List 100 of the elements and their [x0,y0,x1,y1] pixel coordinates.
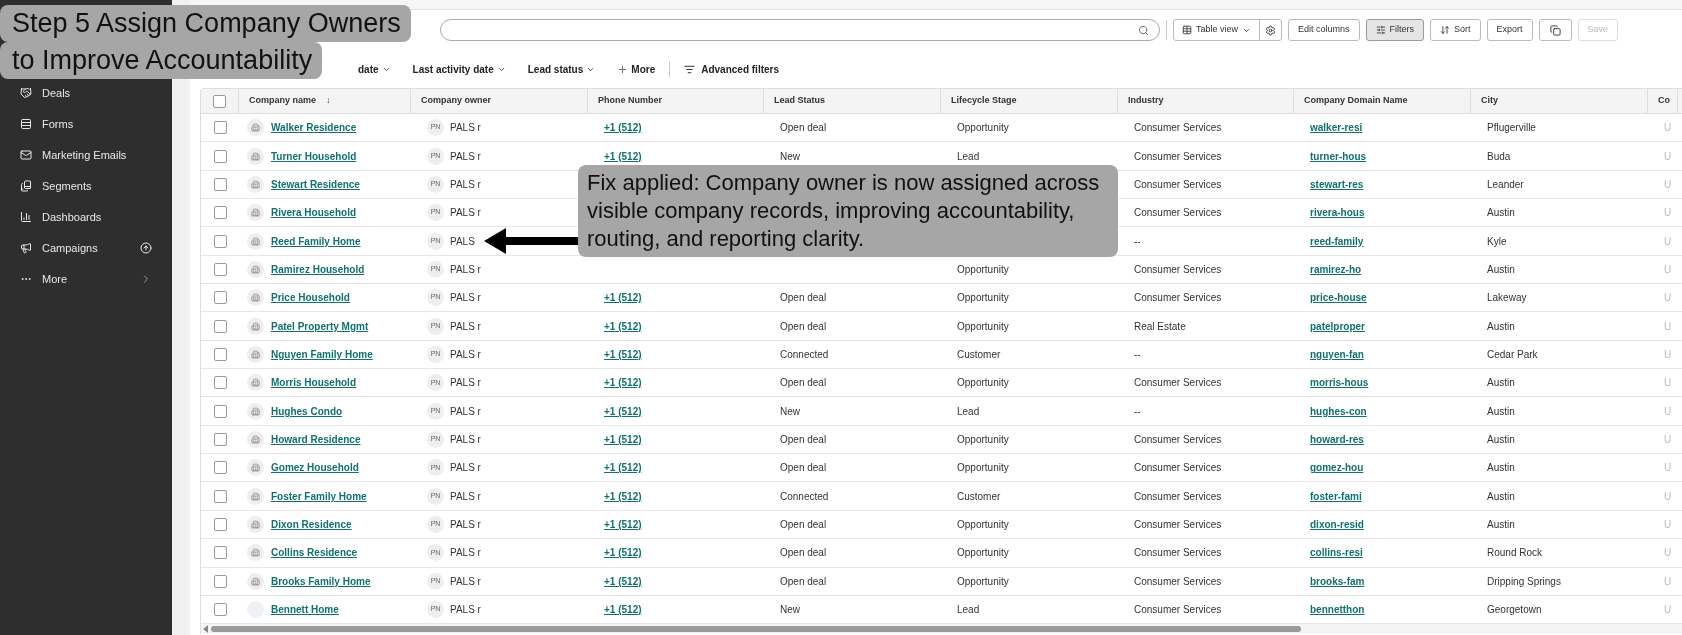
domain-link[interactable]: gomez-hou [1310,460,1364,476]
table-view-control[interactable]: Table view [1173,19,1283,41]
sidebar-item[interactable]: Marketing Emails [0,143,172,167]
filter-dropdown[interactable]: date [358,61,391,77]
domain-link[interactable]: dixon-resid [1310,517,1364,532]
row-checkbox[interactable] [213,121,227,135]
row-checkbox[interactable] [213,291,227,305]
row-checkbox[interactable] [213,518,227,531]
domain-link[interactable]: morris-hous [1310,375,1369,391]
row-checkbox[interactable] [213,206,227,220]
company-link[interactable]: Morris Household [271,375,356,391]
domain-link[interactable]: ramirez-ho [1310,261,1362,277]
sidebar-item[interactable]: Segments [0,174,172,198]
domain-link[interactable]: bennetthon [1310,602,1365,617]
sort-button[interactable]: Sort [1430,19,1481,41]
domain-link[interactable]: howard-res [1310,431,1364,447]
copy-button[interactable] [1538,19,1572,41]
row-checkbox[interactable] [213,177,227,191]
row-checkbox[interactable] [213,262,227,276]
sidebar-item[interactable]: Forms [0,112,172,136]
advanced-filters-button[interactable]: Advanced filters [684,61,779,77]
toolbar-button[interactable]: Export [1486,19,1533,41]
domain-link[interactable]: foster-fami [1310,488,1362,504]
company-link[interactable]: Price Household [271,290,350,306]
phone-link[interactable]: +1 (512) [604,403,642,419]
row-checkbox[interactable] [213,376,227,390]
phone-link[interactable]: +1 (512) [604,573,642,589]
row-checkbox[interactable] [213,347,227,361]
phone-link[interactable]: +1 (512) [604,488,642,504]
phone-link[interactable]: +1 (512) [604,517,642,532]
row-checkbox[interactable] [213,546,227,560]
row-checkbox[interactable] [213,603,227,616]
column-header[interactable]: Co [1648,89,1678,113]
domain-link[interactable]: walker-resi [1310,120,1363,136]
company-link[interactable]: Ramirez Household [271,261,365,277]
row-checkbox[interactable] [213,461,227,475]
column-header[interactable]: Company owner [411,89,588,113]
row-checkbox[interactable] [213,432,227,446]
filter-dropdown[interactable]: Lead status [527,61,596,77]
company-link[interactable]: Collins Residence [271,545,358,561]
company-link[interactable]: Foster Family Home [271,488,367,504]
table-cell-text: Opportunity [957,121,1009,136]
horizontal-scrollbar[interactable] [201,624,1682,635]
select-all-checkbox[interactable] [213,94,226,108]
domain-link[interactable]: nguyen-fan [1310,346,1364,362]
sidebar-item[interactable]: More [0,267,172,291]
sidebar-item[interactable]: Dashboards [0,205,172,229]
sidebar-item[interactable]: Deals [0,81,172,105]
phone-link[interactable]: +1 (512) [604,602,642,617]
domain-link[interactable]: turner-hous [1310,148,1367,164]
filters-button[interactable]: Filters [1365,19,1425,41]
column-header[interactable]: City [1471,89,1648,113]
domain-link[interactable]: price-house [1310,290,1367,306]
domain-link[interactable]: rivera-hous [1310,205,1365,221]
column-header[interactable]: Lifecycle Stage [941,89,1118,113]
row-checkbox[interactable] [213,319,227,333]
column-header[interactable]: Lead Status [764,89,941,113]
sort-indicator[interactable]: ↓ [326,94,331,108]
row-checkbox[interactable] [213,489,227,503]
column-header[interactable]: Company Domain Name [1294,89,1471,113]
phone-link[interactable]: +1 (512) [604,545,642,561]
phone-link[interactable]: +1 (512) [604,148,642,164]
company-link[interactable]: Stewart Residence [271,176,360,192]
phone-link[interactable]: +1 (512) [604,375,642,391]
company-link[interactable]: Reed Family Home [271,233,361,249]
toolbar-button[interactable]: Edit columns [1288,19,1360,41]
phone-link[interactable]: +1 (512) [604,120,642,136]
row-checkbox[interactable] [213,149,227,163]
row-checkbox[interactable] [213,234,227,248]
filter-dropdown[interactable]: Last activity date [412,61,506,77]
phone-link[interactable]: +1 (512) [604,290,642,306]
company-link[interactable]: Patel Property Mgmt [271,318,369,334]
row-checkbox[interactable] [213,404,227,418]
domain-link[interactable]: brooks-fam [1310,573,1365,589]
company-link[interactable]: Rivera Household [271,205,357,221]
company-link[interactable]: Hughes Condo [271,403,343,419]
table-view-button[interactable]: Table view [1174,20,1261,40]
domain-link[interactable]: hughes-con [1310,403,1367,419]
company-link[interactable]: Nguyen Family Home [271,346,373,362]
company-link[interactable]: Turner Household [271,148,357,164]
company-link[interactable]: Gomez Household [271,460,359,476]
phone-link[interactable]: +1 (512) [604,460,642,476]
company-link[interactable]: Bennett Home [271,602,339,617]
row-checkbox[interactable] [213,574,227,588]
company-link[interactable]: Walker Residence [271,120,357,136]
more-filters-button[interactable]: More [617,61,656,77]
domain-link[interactable]: patelproper [1310,318,1365,334]
sidebar-item[interactable]: Campaigns [0,236,172,260]
domain-link[interactable]: stewart-res [1310,176,1364,192]
company-link[interactable]: Howard Residence [271,431,361,447]
domain-link[interactable]: reed-family [1310,233,1364,249]
phone-link[interactable]: +1 (512) [604,431,642,447]
phone-link[interactable]: +1 (512) [604,318,642,334]
column-header[interactable]: Industry [1118,89,1294,113]
phone-link[interactable]: +1 (512) [604,346,642,362]
column-header[interactable]: Company name ↓ [239,89,411,113]
company-link[interactable]: Dixon Residence [271,517,352,532]
column-header[interactable]: Phone Number [588,89,764,113]
domain-link[interactable]: collins-resi [1310,545,1363,561]
company-link[interactable]: Brooks Family Home [271,573,371,589]
